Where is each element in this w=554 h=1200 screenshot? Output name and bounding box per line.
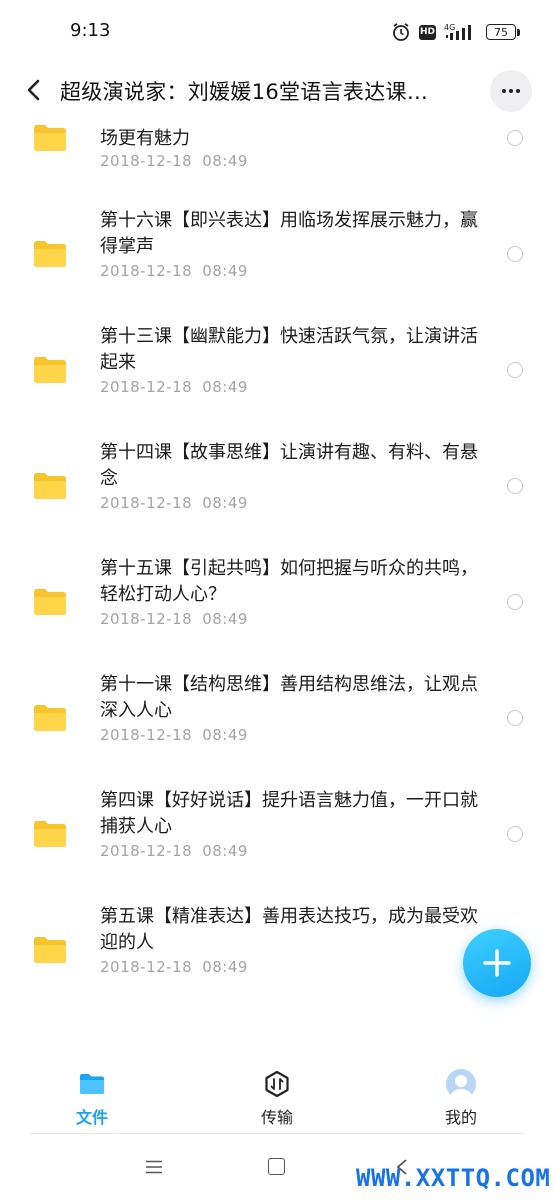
alarm-icon: [393, 23, 409, 41]
file-list[interactable]: 场更有魅力 2018-12-18 08:49 第十六课【即兴表达】用临场发挥展示魅力，…: [0, 118, 554, 1058]
list-item[interactable]: 第四课【好好说话】提升语言魅力值，一开口就捕获人心 2018-12-18 08:49: [0, 762, 554, 878]
page-title: 超级演说家：刘媛媛16堂语言表达课…: [60, 80, 429, 104]
home-button[interactable]: [268, 1158, 285, 1175]
file-name: 第十五课【引起共鸣】如何把握与听众的共鸣，轻松打动人心？: [100, 558, 478, 605]
select-checkbox[interactable]: [507, 130, 523, 146]
file-name: 第十六课【即兴表达】用临场发挥展示魅力，赢得掌声: [100, 210, 478, 257]
file-date: 2018-12-18 08:49: [100, 610, 248, 628]
file-date: 2018-12-18 08:49: [100, 494, 248, 512]
network-type: 4G: [444, 23, 455, 32]
file-name: 第十四课【故事思维】让演讲有趣、有料、有悬念: [100, 442, 478, 489]
status-icons: HD 4G 75: [391, 20, 520, 44]
back-button[interactable]: [18, 74, 50, 106]
watermark: WWW.XXTTQ.COM: [356, 1164, 551, 1192]
list-item[interactable]: 第十一课【结构思维】善用结构思维法，让观点深入人心 2018-12-18 08:49: [0, 646, 554, 762]
file-date: 2018-12-18 08:49: [100, 842, 248, 860]
list-item[interactable]: 第十六课【即兴表达】用临场发挥展示魅力，赢得掌声 2018-12-18 08:49: [0, 182, 554, 298]
file-date: 2018-12-18 08:49: [100, 726, 248, 744]
folder-icon: [80, 1074, 104, 1094]
list-item[interactable]: 第十四课【故事思维】让演讲有趣、有料、有悬念 2018-12-18 08:49: [0, 414, 554, 530]
select-checkbox[interactable]: [507, 362, 523, 378]
tab-bar: 文件 传输 我的: [0, 1058, 554, 1134]
file-date: 2018-12-18 08:49: [100, 958, 248, 976]
select-checkbox[interactable]: [507, 826, 523, 842]
menu-icon[interactable]: [145, 1160, 163, 1174]
select-checkbox[interactable]: [507, 246, 523, 262]
battery-icon: 75: [486, 24, 520, 40]
plus-icon: [483, 949, 511, 977]
list-item[interactable]: 第一课【超级演说家】我是如何逆袭成功: [0, 994, 554, 1058]
folder-icon: [34, 937, 66, 963]
list-item[interactable]: 第十五课【引起共鸣】如何把握与听众的共鸣，轻松打动人心？ 2018-12-18 08…: [0, 530, 554, 646]
file-date: 2018-12-18 08:49: [100, 152, 248, 170]
file-name: 第四课【好好说话】提升语言魅力值，一开口就捕获人心: [100, 790, 478, 837]
folder-icon: [34, 357, 66, 383]
select-checkbox[interactable]: [507, 594, 523, 610]
folder-icon: [34, 473, 66, 499]
status-bar: 9:13 HD 4G 75: [0, 0, 554, 62]
tab-profile-label: 我的: [444, 1108, 477, 1127]
select-checkbox[interactable]: [507, 710, 523, 726]
hd-badge: HD: [419, 24, 436, 40]
folder-icon: [34, 821, 66, 847]
more-horizontal-icon: [502, 89, 506, 93]
folder-icon: [34, 705, 66, 731]
tab-transfer[interactable]: 传输: [227, 1070, 327, 1134]
folder-icon: [34, 125, 66, 151]
system-nav-bar: WWW.XXTTQ.COM: [0, 1134, 554, 1200]
status-time: 9:13: [70, 20, 111, 41]
tab-transfer-label: 传输: [260, 1108, 293, 1127]
select-checkbox[interactable]: [507, 478, 523, 494]
transfer-icon: [265, 1070, 289, 1098]
battery-level: 75: [486, 24, 516, 40]
screen: 9:13 HD 4G 75 超级演说家：刘媛媛16堂语言表达课… 场更有魅力 2…: [0, 0, 554, 1200]
chevron-left-icon: [27, 79, 40, 101]
folder-icon: [34, 589, 66, 615]
list-item[interactable]: 第十三课【幽默能力】快速活跃气氛，让演讲活起来 2018-12-18 08:49: [0, 298, 554, 414]
folder-icon: [34, 241, 66, 267]
header: 超级演说家：刘媛媛16堂语言表达课…: [0, 62, 554, 118]
list-item[interactable]: 场更有魅力 2018-12-18 08:49: [0, 118, 554, 170]
file-name: 第五课【精准表达】善用表达技巧，成为最受欢迎的人: [100, 906, 478, 953]
file-name: 第十一课【结构思维】善用结构思维法，让观点深入人心: [100, 674, 478, 721]
signal-icon: 4G: [444, 23, 471, 40]
tab-files-label: 文件: [75, 1108, 108, 1127]
add-button[interactable]: [463, 929, 531, 997]
file-date: 2018-12-18 08:49: [100, 262, 248, 280]
avatar-icon: [446, 1069, 476, 1099]
more-button[interactable]: [490, 70, 532, 112]
file-name: 场更有魅力: [100, 128, 190, 149]
tab-files[interactable]: 文件: [42, 1070, 142, 1134]
tab-profile[interactable]: 我的: [411, 1069, 511, 1134]
file-date: 2018-12-18 08:49: [100, 378, 248, 396]
file-name: 第十三课【幽默能力】快速活跃气氛，让演讲活起来: [100, 326, 478, 373]
